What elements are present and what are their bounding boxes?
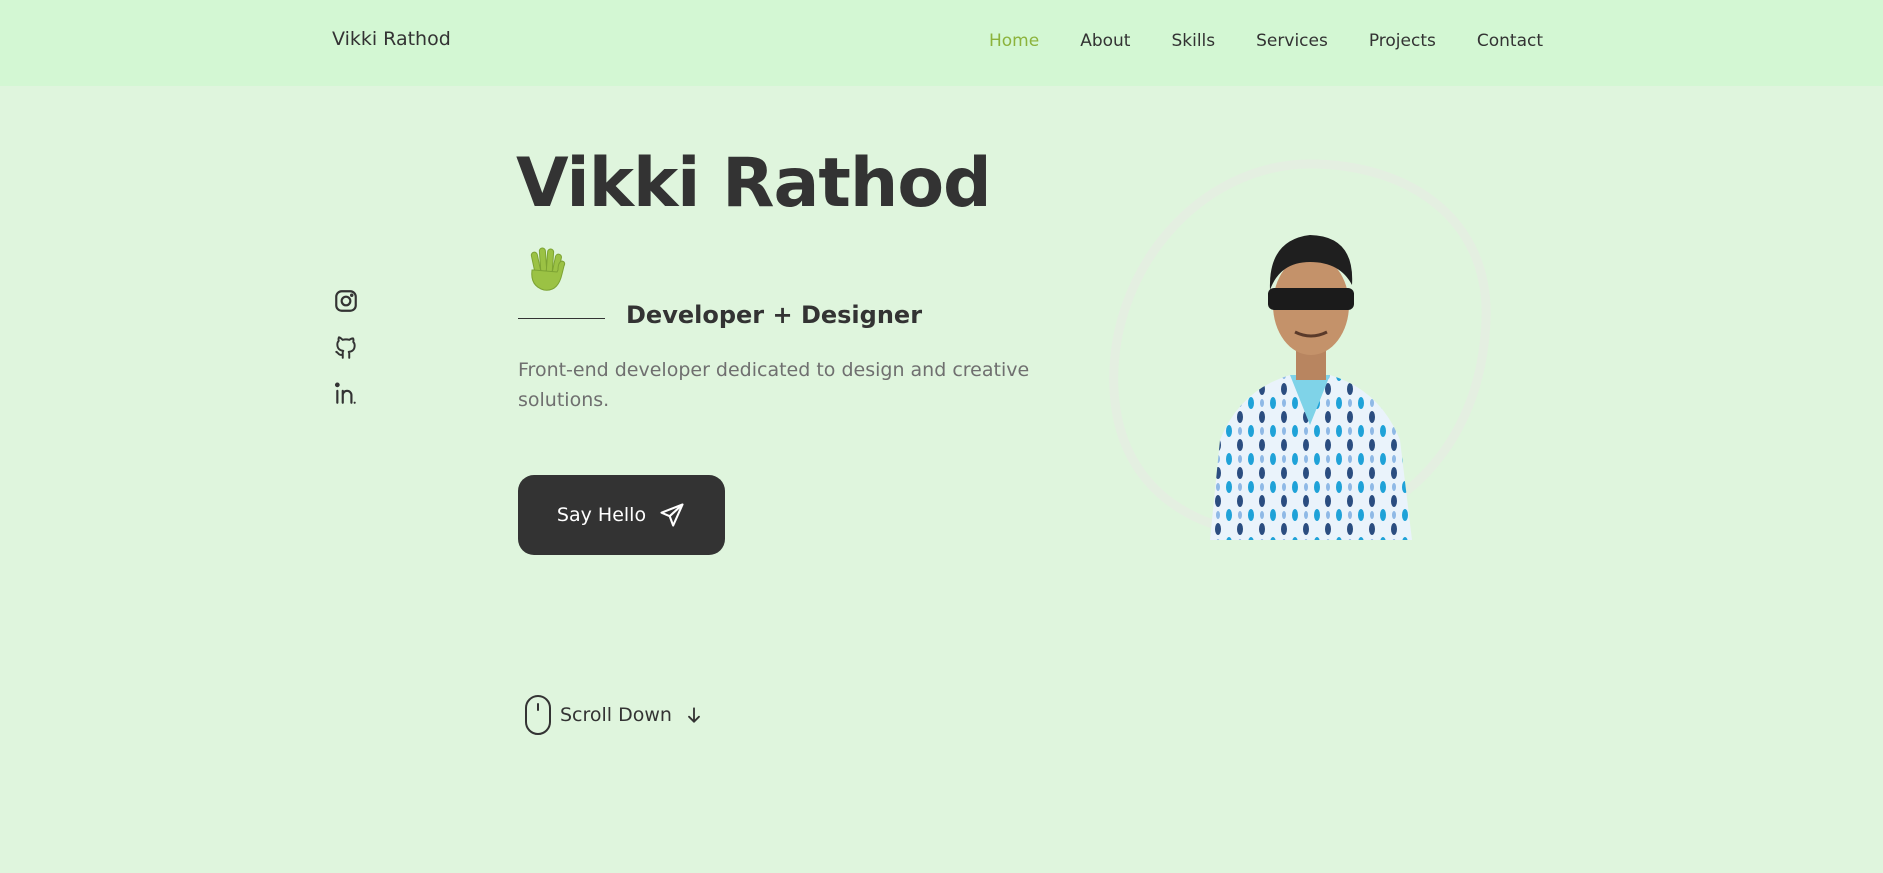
- say-hello-button[interactable]: Say Hello: [518, 475, 725, 555]
- nav-projects[interactable]: Projects: [1369, 31, 1436, 51]
- send-icon: [660, 503, 684, 527]
- github-icon[interactable]: [333, 334, 359, 360]
- nav-about[interactable]: About: [1080, 31, 1130, 51]
- linkedin-icon[interactable]: [333, 380, 359, 406]
- scroll-down[interactable]: Scroll Down: [524, 694, 704, 736]
- social-links: [333, 288, 359, 406]
- site-header: Vikki Rathod Home About Skills Services …: [0, 0, 1883, 86]
- hero-title: Vikki Rathod: [516, 144, 992, 223]
- scroll-down-label: Scroll Down: [560, 704, 672, 726]
- say-hello-label: Say Hello: [556, 504, 647, 526]
- person-illustration: [1210, 235, 1412, 540]
- nav-contact[interactable]: Contact: [1477, 31, 1543, 51]
- site-logo[interactable]: Vikki Rathod: [332, 28, 451, 50]
- mouse-icon: [525, 695, 551, 735]
- arrow-down-icon: [688, 707, 700, 723]
- hero-subtitle: Developer + Designer: [626, 301, 923, 329]
- profile-photo: [1100, 150, 1500, 550]
- main-nav: Home About Skills Services Projects Cont…: [989, 31, 1543, 51]
- nav-services[interactable]: Services: [1256, 31, 1328, 51]
- waving-hand-icon: [522, 244, 574, 296]
- subtitle-divider: [518, 318, 605, 319]
- nav-home[interactable]: Home: [989, 31, 1039, 51]
- nav-skills[interactable]: Skills: [1171, 31, 1215, 51]
- hero-description: Front-end developer dedicated to design …: [518, 359, 1030, 411]
- instagram-icon[interactable]: [333, 288, 359, 314]
